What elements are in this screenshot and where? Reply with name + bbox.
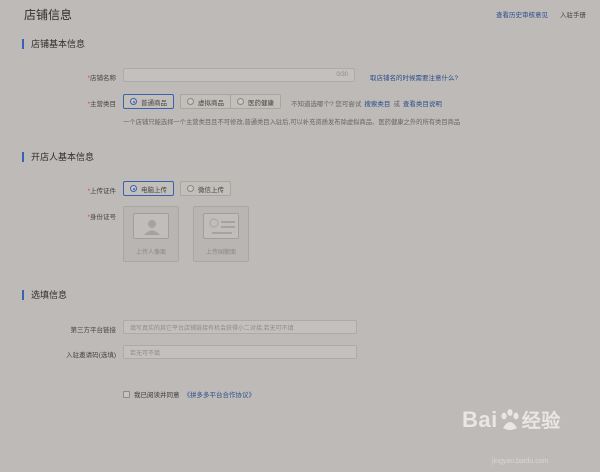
shop-name-counter: 0/30: [336, 72, 348, 78]
radio-icon: [187, 185, 194, 192]
category-option-virtual[interactable]: 虚拟商品: [180, 94, 231, 109]
id-card-portrait-icon: [133, 213, 169, 239]
baidu-watermark: Bai 经验: [462, 407, 561, 432]
agreement-checkbox[interactable]: [123, 390, 130, 398]
category-option-normal[interactable]: 普通商品: [123, 94, 174, 109]
radio-icon: [187, 98, 194, 105]
category-note: 一个店铺只能选择一个主营类目且不可修改,普通类目入驻后,可以补充资质发布除虚拟商…: [123, 119, 461, 126]
section-title-owner: 开店人基本信息: [22, 152, 94, 162]
third-party-link-input[interactable]: 填写真实的其它平台店铺链接有机会获得小二对接,若无可不填: [123, 320, 357, 334]
agreement-row: 我已阅读并同意 《拼多多平台合作协议》: [123, 389, 255, 399]
history-review-link[interactable]: 查看历史审核意见: [496, 9, 548, 19]
upload-method-label: *上传证件: [87, 188, 116, 195]
upload-option-wechat[interactable]: 微信上传: [180, 181, 231, 196]
paw-icon: [501, 409, 519, 430]
top-links: 查看历史审核意见 入驻手册: [496, 9, 586, 19]
category-label: *主营类目: [87, 101, 116, 108]
third-party-label: 第三方平台链接: [70, 327, 117, 334]
radio-icon: [237, 98, 244, 105]
watermark-url: jingyan.baidu.com: [492, 458, 549, 465]
invite-code-input[interactable]: 若无可不填: [123, 345, 357, 359]
section-title-basic: 店铺基本信息: [22, 39, 85, 49]
radio-icon: [130, 98, 137, 105]
category-desc-link[interactable]: 查看类目说明: [403, 98, 442, 108]
agreement-link[interactable]: 《拼多多平台合作协议》: [184, 389, 256, 399]
id-card-label: *身份证号: [87, 214, 116, 221]
section-title-optional: 选填信息: [22, 290, 67, 300]
shop-name-label: *店铺名称: [87, 75, 116, 82]
page-title: 店铺信息: [24, 8, 73, 22]
search-category-link[interactable]: 搜索类目: [364, 98, 390, 108]
shop-name-help-link[interactable]: 取店铺名的时候需要注意什么?: [370, 72, 458, 82]
category-hint-row: 不知道选哪个? 您可尝试 搜索类目 或 查看类目说明: [291, 98, 442, 108]
invite-code-label: 入驻邀请码(选填): [66, 352, 116, 359]
upload-option-pc[interactable]: 电脑上传: [123, 181, 174, 196]
manual-link[interactable]: 入驻手册: [560, 9, 586, 19]
id-back-upload[interactable]: 上传国徽面: [193, 206, 249, 262]
id-front-upload[interactable]: 上传人像面: [123, 206, 179, 262]
radio-icon: [130, 185, 137, 192]
category-option-medical[interactable]: 医药健康: [230, 94, 281, 109]
shop-name-input[interactable]: 0/30: [123, 68, 355, 82]
id-card-emblem-icon: [203, 213, 239, 239]
